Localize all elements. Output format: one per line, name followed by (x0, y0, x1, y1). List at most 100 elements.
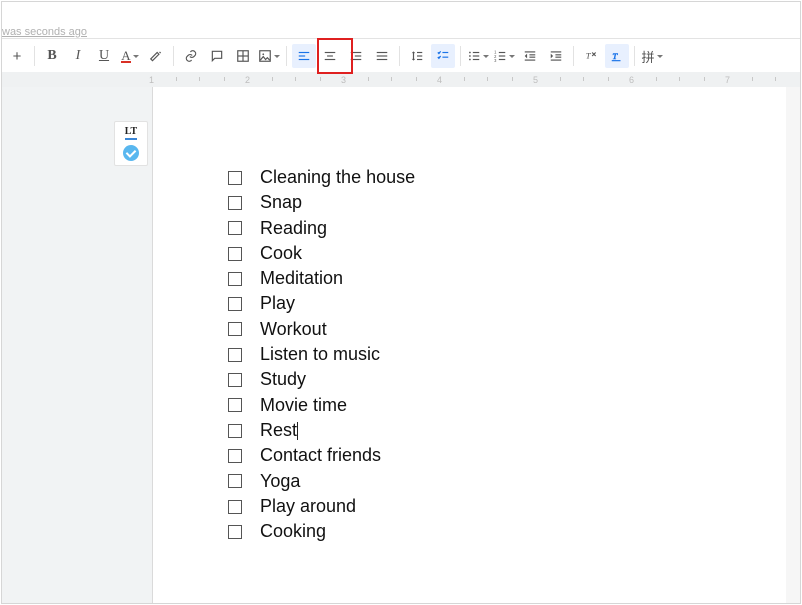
ruler-segment: 1 (152, 72, 248, 87)
italic-icon: I (76, 48, 81, 64)
checklist-item[interactable]: Cleaning the house (228, 165, 791, 190)
checklist-item[interactable]: Rest (228, 418, 791, 443)
ruler-segment: 5 (536, 72, 632, 87)
checklist-item[interactable]: Reading (228, 216, 791, 241)
checklist-item-label: Meditation (260, 266, 343, 291)
vertical-scrollbar[interactable] (786, 87, 800, 603)
underline-icon: U (99, 48, 109, 64)
checkbox-icon[interactable] (228, 373, 242, 387)
checklist-item-label: Play (260, 291, 295, 316)
checkbox-icon[interactable] (228, 474, 242, 488)
chevron-down-icon (657, 55, 663, 58)
align-left-button[interactable] (292, 44, 316, 68)
checklist-item[interactable]: Snap (228, 190, 791, 215)
checklist-item[interactable]: Movie time (228, 393, 791, 418)
align-right-button[interactable] (344, 44, 368, 68)
table-icon (236, 49, 250, 63)
checklist-item[interactable]: Meditation (228, 266, 791, 291)
align-center-button[interactable] (318, 44, 342, 68)
underline-button[interactable]: U (92, 44, 116, 68)
text-cursor (297, 422, 298, 440)
toolbar-separator (34, 46, 35, 66)
checklist-item-label: Cooking (260, 519, 326, 544)
numbered-list-button[interactable]: 123 (492, 44, 516, 68)
image-icon (258, 49, 272, 63)
chevron-down-icon (133, 55, 139, 58)
checkbox-icon[interactable] (228, 322, 242, 336)
table-button[interactable] (231, 44, 255, 68)
checklist-item[interactable]: Workout (228, 317, 791, 342)
indent-button[interactable] (544, 44, 568, 68)
align-justify-icon (375, 49, 389, 63)
checkbox-icon[interactable] (228, 297, 242, 311)
checklist-item[interactable]: Cooking (228, 519, 791, 544)
document-page[interactable]: Cleaning the houseSnapReadingCookMeditat… (152, 87, 792, 603)
checklist-icon (435, 49, 451, 63)
checklist-item[interactable]: Play (228, 291, 791, 316)
checkbox-icon[interactable] (228, 247, 242, 261)
checklist-item-label: Snap (260, 190, 302, 215)
checklist-item[interactable]: Play around (228, 494, 791, 519)
checkbox-icon[interactable] (228, 272, 242, 286)
checklist-item[interactable]: Cook (228, 241, 791, 266)
checklist-button[interactable] (431, 44, 455, 68)
checklist-item[interactable]: Yoga (228, 469, 791, 494)
check-circle-icon (123, 145, 139, 161)
outdent-button[interactable] (518, 44, 542, 68)
ruler-segment: 6 (632, 72, 728, 87)
add-button[interactable]: + (5, 44, 29, 68)
link-button[interactable] (179, 44, 203, 68)
italic-button[interactable]: I (66, 44, 90, 68)
checklist-item-label: Contact friends (260, 443, 381, 468)
checkbox-icon[interactable] (228, 398, 242, 412)
chevron-down-icon (274, 55, 280, 58)
checkbox-icon[interactable] (228, 348, 242, 362)
clear-format-button[interactable]: T (579, 44, 603, 68)
bullet-list-icon (467, 49, 481, 63)
comment-icon (210, 49, 224, 63)
highlighter-icon (149, 49, 163, 63)
checklist-item[interactable]: Study (228, 367, 791, 392)
toolbar: + B I U A (2, 38, 800, 74)
toolbar-separator (573, 46, 574, 66)
align-justify-button[interactable] (370, 44, 394, 68)
toolbar-separator (286, 46, 287, 66)
checklist-item[interactable]: Listen to music (228, 342, 791, 367)
comment-button[interactable] (205, 44, 229, 68)
checklist-item-label: Rest (260, 418, 297, 443)
chevron-down-icon (509, 55, 515, 58)
indent-icon (549, 49, 563, 63)
ruler-segment: 4 (440, 72, 536, 87)
checkbox-icon[interactable] (228, 424, 242, 438)
svg-text:T: T (612, 51, 618, 61)
checkbox-icon[interactable] (228, 171, 242, 185)
bold-button[interactable]: B (40, 44, 64, 68)
checklist-item-label: Movie time (260, 393, 347, 418)
document-canvas: LT Cleaning the houseSnapReadingCookMedi… (2, 87, 800, 603)
checklist-item-label: Cook (260, 241, 302, 266)
bullet-list-button[interactable] (466, 44, 490, 68)
checkbox-icon[interactable] (228, 500, 242, 514)
checkbox-icon[interactable] (228, 525, 242, 539)
highlight-button[interactable] (144, 44, 168, 68)
ruler-segment: 3 (344, 72, 440, 87)
checklist-item-label: Cleaning the house (260, 165, 415, 190)
line-spacing-button[interactable] (405, 44, 429, 68)
chevron-down-icon (483, 55, 489, 58)
language-tool-badge[interactable]: LT (114, 121, 148, 166)
text-color-button[interactable]: A (118, 44, 142, 68)
checkbox-icon[interactable] (228, 449, 242, 463)
strikethrough-button[interactable]: T (605, 44, 629, 68)
ruler[interactable]: 1234567 (2, 72, 800, 88)
checklist-item[interactable]: Contact friends (228, 443, 791, 468)
svg-text:3: 3 (494, 58, 497, 63)
image-button[interactable] (257, 44, 281, 68)
line-spacing-icon (409, 49, 425, 63)
checklist[interactable]: Cleaning the houseSnapReadingCookMeditat… (153, 87, 791, 544)
align-center-icon (323, 49, 337, 63)
checklist-item-label: Reading (260, 216, 327, 241)
toolbar-separator (173, 46, 174, 66)
checkbox-icon[interactable] (228, 196, 242, 210)
checkbox-icon[interactable] (228, 221, 242, 235)
ime-button[interactable]: 拼 (640, 44, 664, 68)
